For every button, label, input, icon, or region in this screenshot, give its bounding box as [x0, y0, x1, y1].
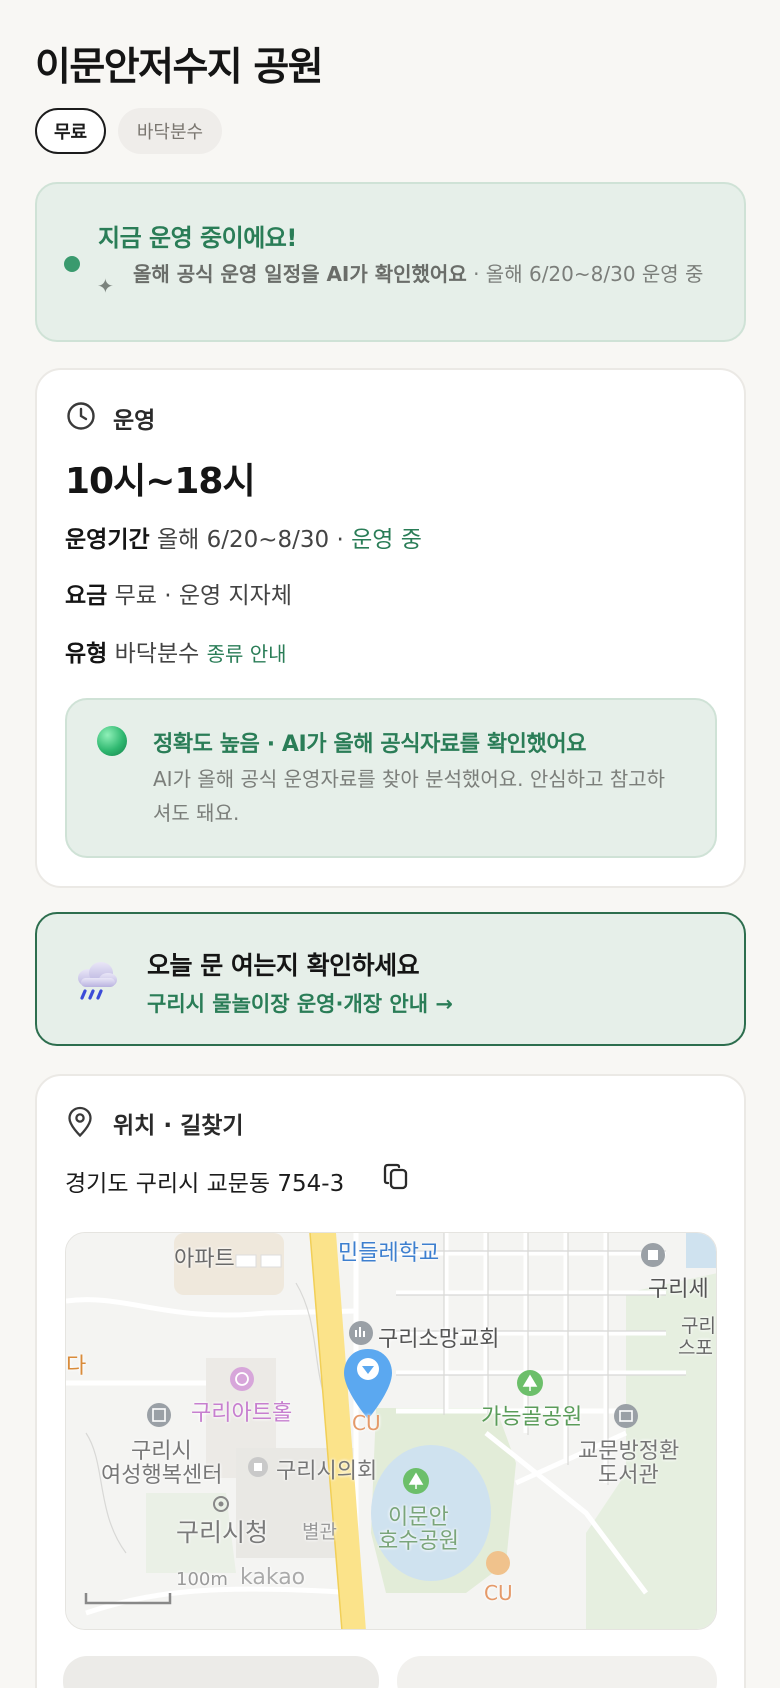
- period-value: 올해 6/20~8/30 ·: [149, 527, 352, 553]
- sparkle-icon: ✦: [97, 274, 114, 298]
- map-view[interactable]: 아파트 민들레학교 구리세 구리 스포 구리소망교회 다 구리아트홀 가능골공원…: [65, 1232, 717, 1630]
- banner-link[interactable]: 구리시 물놀이장 운영·개장 안내 →: [147, 988, 453, 1018]
- map-label-guri-sp2: 스포: [678, 1337, 713, 1359]
- location-label: 위치 · 길찾기: [113, 1113, 244, 1139]
- period-row: 운영기간 올해 6/20~8/30 · 운영 중: [65, 520, 422, 554]
- status-subtext: 올해 공식 운영 일정을 AI가 확인했어요 · 올해 6/20~8/30 운영…: [133, 260, 723, 288]
- bottom-action-right[interactable]: [397, 1656, 717, 1688]
- rain-cloud-icon: [78, 962, 117, 1000]
- period-key: 운영기간: [65, 527, 150, 553]
- type-value: 바닥분수: [107, 641, 207, 667]
- accuracy-title: 정확도 높음 · AI가 올해 공식자료를 확인했어요: [153, 732, 587, 757]
- map-label-annex: 별관: [302, 1521, 337, 1543]
- accuracy-body: AI가 올해 공식 운영자료를 찾아 분석했어요. 안심하고 참고하셔도 돼요.: [153, 767, 666, 825]
- bottom-action-left[interactable]: [63, 1656, 379, 1688]
- map-label-arthall: 구리아트홀: [191, 1401, 293, 1426]
- accuracy-orb-icon: [97, 726, 127, 756]
- fee-row: 요금 무료 · 운영 지자체: [65, 576, 292, 610]
- location-card: 위치 · 길찾기 경기도 구리시 교문동 754-3 아파트 민들레학교 구리세…: [35, 1074, 746, 1688]
- banner-title: 오늘 문 여는지 확인하세요: [147, 951, 420, 980]
- map-label-cityhall: 구리시청: [176, 1518, 269, 1547]
- status-dot: [64, 256, 80, 272]
- check-open-banner[interactable]: 오늘 문 여는지 확인하세요 구리시 물놀이장 운영·개장 안내 →: [35, 912, 746, 1046]
- operation-label: 운영: [113, 408, 156, 434]
- location-pin-icon: [68, 1106, 92, 1138]
- address-text: 경기도 구리시 교문동 754-3: [65, 1171, 345, 1197]
- fee-key: 요금: [65, 583, 108, 609]
- page-title: 이문안저수지 공원: [35, 45, 324, 90]
- operating-hours: 10시~18시: [65, 461, 256, 502]
- type-key: 유형: [65, 641, 108, 667]
- map-label-cu1: CU: [352, 1411, 381, 1435]
- map-logo: kakao: [240, 1565, 306, 1590]
- operation-card: 운영 10시~18시 운영기간 올해 6/20~8/30 · 운영 중 요금 무…: [35, 368, 746, 888]
- type-info-link[interactable]: 종류 안내: [207, 642, 287, 666]
- fee-value: 무료 · 운영 지자체: [107, 583, 293, 609]
- status-title: 지금 운영 중이에요!: [98, 224, 297, 252]
- map-scale-label: 100m: [176, 1569, 228, 1590]
- status-sub-rest: · 올해 6/20~8/30 운영 중: [466, 262, 704, 286]
- page: 이문안저수지 공원 무료 바닥분수 지금 운영 중이에요! ✦ 올해 공식 운영…: [0, 0, 780, 1688]
- copy-icon[interactable]: [382, 1162, 410, 1192]
- type-chip: 바닥분수: [118, 108, 222, 154]
- map-label-church: 구리소망교회: [378, 1327, 500, 1352]
- accuracy-box: 정확도 높음 · AI가 올해 공식자료를 확인했어요 AI가 올해 공식 운영…: [65, 698, 717, 858]
- map-label-guri-se: 구리세: [648, 1277, 709, 1302]
- price-chip: 무료: [35, 108, 106, 154]
- map-label-da: 다: [66, 1354, 87, 1379]
- map-label-library2: 도서관: [598, 1463, 659, 1488]
- map-label-women2: 여성행복센터: [101, 1463, 223, 1488]
- status-card: 지금 운영 중이에요! ✦ 올해 공식 운영 일정을 AI가 확인했어요 · 올…: [35, 182, 746, 342]
- type-row: 유형 바닥분수 종류 안내: [65, 634, 287, 668]
- map-label-council: 구리시의회: [276, 1459, 378, 1484]
- map-label-school: 민들레학교: [338, 1241, 440, 1266]
- map-label-cu2: CU: [484, 1581, 513, 1605]
- map-graphics: [66, 1233, 716, 1629]
- map-label-park: 가능골공원: [481, 1405, 583, 1430]
- clock-icon: [67, 402, 95, 430]
- map-label-lake2: 호수공원: [378, 1529, 459, 1554]
- period-status: 운영 중: [351, 527, 422, 553]
- map-label-apt: 아파트: [174, 1247, 235, 1272]
- status-sub-bold: 올해 공식 운영 일정을 AI가 확인했어요: [133, 262, 467, 286]
